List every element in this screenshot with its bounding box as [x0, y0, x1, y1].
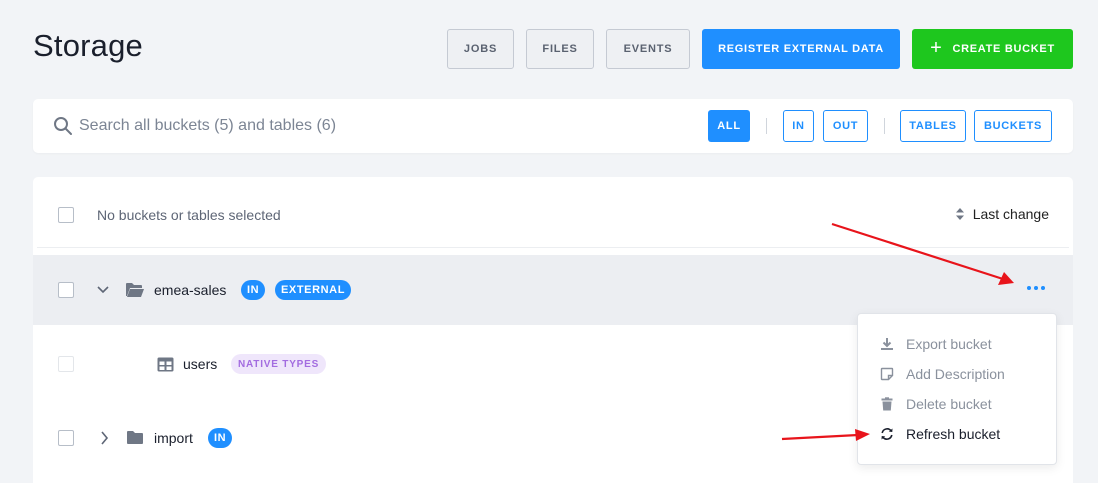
filter-divider	[884, 118, 885, 134]
status-badge: NATIVE TYPES	[231, 354, 327, 374]
filter-tables-button[interactable]: TABLES	[900, 110, 966, 142]
filter-divider	[766, 118, 767, 134]
sort-label: Last change	[972, 206, 1049, 222]
events-button[interactable]: EVENTS	[606, 29, 690, 69]
folder-open-icon	[126, 283, 144, 297]
status-badge: EXTERNAL	[275, 280, 351, 300]
header-divider	[37, 247, 1069, 248]
trash-icon	[881, 397, 893, 411]
menu-item-label: Delete bucket	[906, 396, 992, 412]
note-icon	[880, 367, 894, 381]
filter-buckets-button[interactable]: BUCKETS	[974, 110, 1052, 142]
table-icon	[157, 357, 174, 372]
top-actions: JOBS FILES EVENTS REGISTER EXTERNAL DATA…	[447, 29, 1073, 69]
filter-all-button[interactable]: ALL	[708, 110, 750, 142]
selection-label: No buckets or tables selected	[97, 207, 281, 223]
chevron-down-icon[interactable]	[97, 285, 109, 295]
folder-icon	[127, 431, 143, 444]
files-button[interactable]: FILES	[526, 29, 594, 69]
row-checkbox[interactable]	[58, 356, 74, 372]
download-icon	[881, 338, 893, 350]
chevron-right-icon[interactable]	[100, 431, 110, 445]
create-bucket-label: CREATE BUCKET	[952, 43, 1055, 55]
menu-item-label: Export bucket	[906, 336, 992, 352]
filter-in-button[interactable]: IN	[783, 110, 814, 142]
filter-out-button[interactable]: OUT	[823, 110, 868, 142]
plus-icon: +	[930, 37, 943, 59]
register-external-data-button[interactable]: REGISTER EXTERNAL DATA	[702, 29, 900, 69]
row-checkbox[interactable]	[58, 282, 74, 298]
menu-item-label: Add Description	[906, 366, 1005, 382]
bucket-context-menu: Export bucket Add Description Delete buc…	[857, 313, 1057, 465]
menu-item-export-bucket[interactable]: Export bucket	[880, 334, 992, 354]
status-badge: IN	[241, 280, 266, 300]
menu-item-delete-bucket[interactable]: Delete bucket	[880, 394, 992, 414]
bucket-name[interactable]: emea-sales	[154, 282, 226, 298]
table-name[interactable]: users	[183, 356, 217, 372]
jobs-button[interactable]: JOBS	[447, 29, 514, 69]
page-title: Storage	[33, 28, 143, 63]
menu-item-add-description[interactable]: Add Description	[880, 364, 1005, 384]
bucket-name[interactable]: import	[154, 430, 193, 446]
refresh-icon	[881, 428, 893, 440]
sort-control[interactable]: Last change	[955, 206, 1049, 222]
sort-icon	[955, 208, 964, 220]
select-all-checkbox[interactable]	[58, 207, 74, 223]
row-checkbox[interactable]	[58, 430, 74, 446]
create-bucket-button[interactable]: + CREATE BUCKET	[912, 29, 1073, 69]
search-input[interactable]	[79, 113, 579, 139]
menu-item-refresh-bucket[interactable]: Refresh bucket	[880, 424, 1000, 444]
menu-item-label: Refresh bucket	[906, 426, 1001, 442]
search-bar: ALL IN OUT TABLES BUCKETS	[33, 99, 1073, 153]
more-options-icon[interactable]	[1027, 286, 1045, 290]
search-icon	[54, 117, 72, 135]
status-badge: IN	[208, 428, 233, 448]
